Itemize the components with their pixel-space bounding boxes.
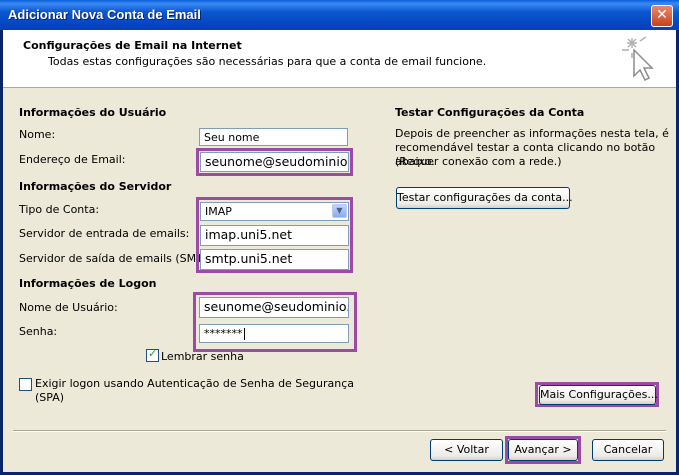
cursor-sparkle-icon <box>622 36 654 82</box>
back-button[interactable]: < Voltar <box>430 439 503 461</box>
username-label: Nome de Usuário: <box>19 301 118 314</box>
email-label: Endereço de Email: <box>19 153 126 166</box>
username-field[interactable]: seunome@seudominio. <box>199 297 349 318</box>
name-label: Nome: <box>19 128 56 141</box>
check-icon: ✓ <box>148 347 158 360</box>
spa-checkbox[interactable] <box>19 378 32 391</box>
test-description-line1: Depois de preencher as informações nesta… <box>395 127 669 140</box>
outgoing-server-field[interactable]: smtp.uni5.net <box>200 249 349 270</box>
close-button[interactable]: ✕ <box>651 5 673 27</box>
email-field[interactable]: seunome@seudominio. <box>200 152 349 172</box>
spa-label-line2[interactable]: (SPA) <box>35 391 64 404</box>
logon-info-heading: Informações de Logon <box>19 277 157 290</box>
footer-divider <box>13 430 666 432</box>
account-type-select[interactable]: IMAP ▼ <box>200 202 349 221</box>
name-field[interactable]: Seu nome <box>199 128 348 146</box>
incoming-server-label: Servidor de entrada de emails: <box>19 227 190 240</box>
cancel-button[interactable]: Cancelar <box>592 439 664 461</box>
more-settings-button[interactable]: Mais Configurações... <box>539 385 658 405</box>
wizard-window: Adicionar Nova Conta de Email ✕ Configur… <box>0 0 679 475</box>
spa-label-line1[interactable]: Exigir logon usando Autenticação de Senh… <box>35 377 354 390</box>
password-field[interactable]: ******* <box>199 324 349 343</box>
password-mask: ******* <box>204 327 243 340</box>
title-bar[interactable]: Adicionar Nova Conta de Email ✕ <box>0 0 679 30</box>
server-info-heading: Informações do Servidor <box>19 180 172 193</box>
wizard-header: Configurações de Email na Internet Todas… <box>3 30 676 88</box>
chevron-down-icon[interactable]: ▼ <box>332 204 347 218</box>
page-subtitle: Todas estas configurações são necessária… <box>48 55 487 68</box>
test-description-line3: (Requer conexão com a rede.) <box>395 155 562 168</box>
outgoing-server-label: Servidor de saída de emails (SMTP): <box>19 252 218 265</box>
page-title: Configurações de Email na Internet <box>23 39 242 52</box>
dialog-body: Configurações de Email na Internet Todas… <box>3 30 676 472</box>
text-caret <box>243 328 245 340</box>
test-account-settings-button[interactable]: Testar configurações da conta... <box>396 187 573 209</box>
password-label: Senha: <box>19 325 58 338</box>
test-settings-heading: Testar Configurações da Conta <box>395 106 585 119</box>
account-type-value: IMAP <box>205 205 232 218</box>
account-type-label: Tipo de Conta: <box>19 203 100 216</box>
incoming-server-field[interactable]: imap.uni5.net <box>200 225 349 246</box>
user-info-heading: Informações do Usuário <box>19 106 167 119</box>
remember-password-label[interactable]: Lembrar senha <box>161 350 244 363</box>
next-button[interactable]: Avançar > <box>508 439 578 461</box>
remember-password-checkbox[interactable]: ✓ <box>146 347 159 362</box>
window-title: Adicionar Nova Conta de Email <box>8 7 201 22</box>
